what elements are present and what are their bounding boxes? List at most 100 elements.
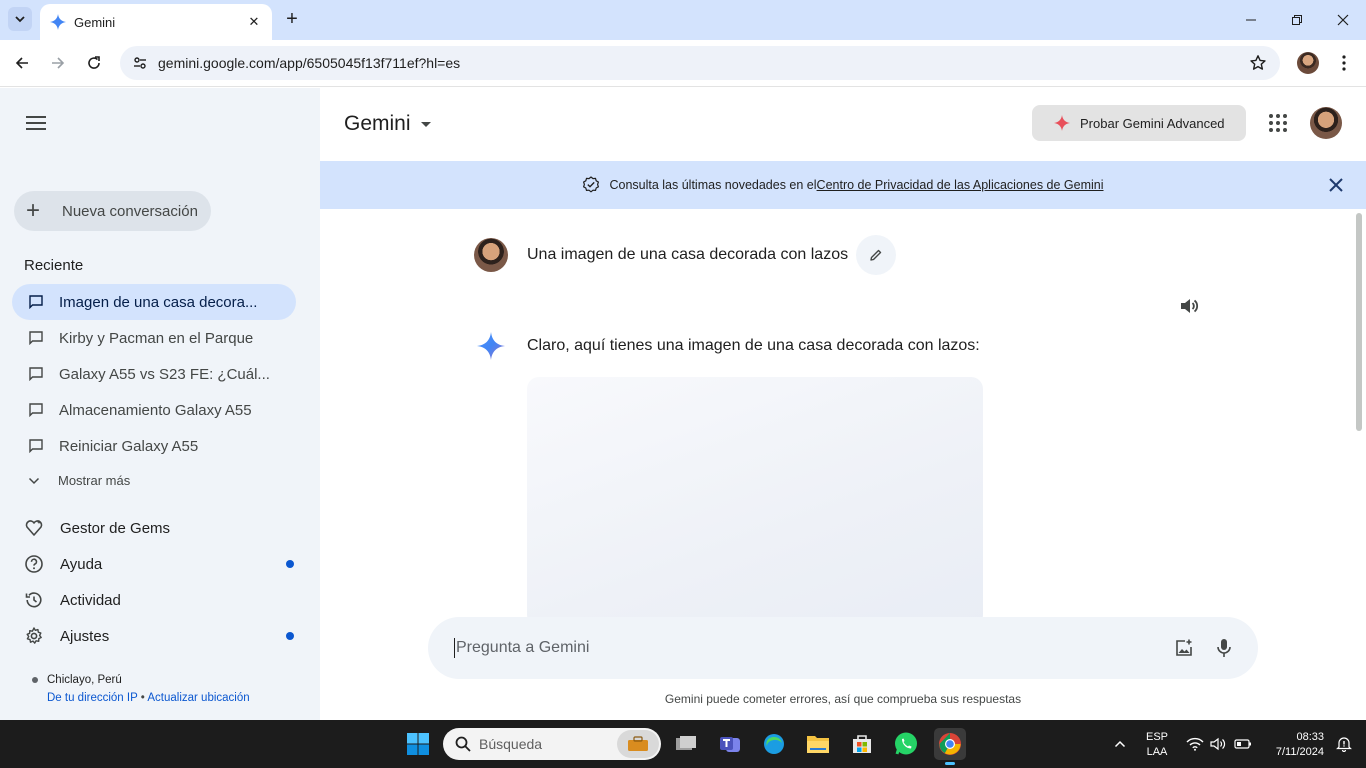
model-response: Claro, aquí tienes una imagen de una cas… (474, 329, 980, 363)
apps-grid-dot (1269, 128, 1273, 132)
update-location-link[interactable]: Actualizar ubicación (147, 692, 249, 704)
teams-app[interactable] (714, 728, 746, 760)
conversation-item[interactable]: Kirby y Pacman en el Parque (12, 320, 296, 356)
restore-button[interactable] (1285, 8, 1309, 32)
notifications-button[interactable] (1328, 728, 1360, 760)
gemini-favicon-icon (50, 14, 66, 30)
site-settings-icon[interactable] (130, 53, 150, 73)
location-separator: • (140, 692, 145, 704)
apps-grid-dot (1283, 121, 1287, 125)
conversation-item[interactable]: Galaxy A55 vs S23 FE: ¿Cuál... (12, 356, 296, 392)
chat-bubble-icon (28, 402, 44, 418)
recent-heading: Reciente (24, 257, 84, 274)
chat-bubble-icon (28, 366, 44, 382)
show-more-button[interactable]: Mostrar más (28, 473, 130, 488)
conversation-label: Galaxy A55 vs S23 FE: ¿Cuál... (59, 365, 270, 383)
keyboard-layout: LAA (1146, 746, 1168, 758)
whatsapp-app[interactable] (890, 728, 922, 760)
start-button[interactable] (402, 728, 434, 760)
account-avatar[interactable] (1310, 107, 1342, 139)
google-apps-button[interactable] (1266, 111, 1290, 135)
volume-icon (1181, 299, 1199, 313)
location-place: Chiclayo, Perú (47, 674, 122, 686)
edge-app[interactable] (758, 728, 790, 760)
scrollbar[interactable] (1356, 213, 1362, 431)
location-info: Chiclayo, Perú De tu dirección IP • Actu… (32, 674, 250, 704)
windows-taskbar: Búsqueda ESP LAA 08:33 7/11/2024 (0, 720, 1366, 768)
conversation-item[interactable]: Imagen de una casa decora... (12, 284, 296, 320)
show-more-label: Mostrar más (58, 473, 131, 488)
model-selector[interactable]: Gemini (344, 112, 431, 136)
listen-button[interactable] (1177, 294, 1201, 318)
browser-menu-button[interactable] (1332, 51, 1356, 75)
reload-button[interactable] (82, 51, 106, 75)
input-language-button[interactable]: ESP LAA (1140, 730, 1174, 760)
address-bar[interactable]: gemini.google.com/app/6505045f13f711ef?h… (120, 46, 1280, 80)
task-view-button[interactable] (670, 728, 702, 760)
clock-time: 08:33 (1296, 731, 1324, 743)
clock-button[interactable]: 08:33 7/11/2024 (1260, 730, 1330, 760)
main-menu-button[interactable] (24, 111, 48, 135)
windows-logo-icon (407, 733, 429, 755)
bookmark-star-icon[interactable] (1246, 51, 1270, 75)
new-tab-button[interactable]: + (282, 8, 302, 30)
briefcase-icon (617, 730, 659, 758)
nav-help[interactable]: Ayuda (24, 550, 296, 578)
notification-dot (286, 632, 294, 640)
tab-search-button[interactable] (8, 7, 32, 31)
notification-dot (286, 560, 294, 568)
battery-icon (1234, 739, 1251, 749)
conversation-label: Kirby y Pacman en el Parque (59, 329, 254, 347)
banner-close-button[interactable] (1326, 175, 1346, 195)
upload-image-button[interactable] (1172, 636, 1196, 660)
nav-activity[interactable]: Actividad (24, 586, 296, 614)
minimize-button[interactable] (1239, 8, 1263, 32)
nav-gem-manager[interactable]: Gestor de Gems (24, 514, 296, 542)
microsoft-store-app[interactable] (846, 728, 878, 760)
try-advanced-button[interactable]: Probar Gemini Advanced (1032, 105, 1246, 141)
privacy-center-link[interactable]: Centro de Privacidad de las Aplicaciones… (817, 178, 1104, 192)
sparkle-icon (1054, 115, 1070, 131)
microphone-button[interactable] (1212, 636, 1236, 660)
conversation-label: Almacenamiento Galaxy A55 (59, 401, 252, 419)
close-icon (1329, 178, 1343, 192)
apps-grid-dot (1276, 121, 1280, 125)
restore-icon (1292, 15, 1302, 25)
clock-date: 7/11/2024 (1275, 746, 1324, 758)
taskbar-search[interactable]: Búsqueda (443, 728, 661, 760)
tab-close-icon[interactable]: ✕ (246, 14, 262, 30)
close-icon (1337, 14, 1349, 26)
chat-bubble-icon (28, 330, 44, 346)
conversation-item[interactable]: Almacenamiento Galaxy A55 (12, 392, 296, 428)
back-button[interactable] (10, 51, 34, 75)
prompt-input[interactable] (456, 639, 1172, 657)
browser-tab[interactable]: Gemini ✕ (40, 4, 272, 40)
location-source-link[interactable]: De tu dirección IP (47, 692, 138, 704)
search-icon (455, 736, 471, 752)
reload-icon (88, 56, 100, 69)
dropdown-caret-icon (420, 121, 431, 127)
url-text: gemini.google.com/app/6505045f13f711ef?h… (158, 55, 461, 71)
new-chat-button[interactable]: + Nueva conversación (14, 191, 211, 231)
chrome-app[interactable] (934, 728, 966, 765)
user-avatar (474, 238, 508, 272)
generated-image-placeholder[interactable] (527, 377, 983, 627)
apps-grid-dot (1283, 128, 1287, 132)
show-hidden-icons-button[interactable] (1104, 728, 1136, 760)
plus-icon: + (26, 197, 41, 224)
quick-settings-button[interactable] (1184, 728, 1254, 760)
browser-profile-avatar[interactable] (1297, 52, 1319, 74)
browser-toolbar: gemini.google.com/app/6505045f13f711ef?h… (0, 40, 1366, 87)
taskbar-search-label: Búsqueda (479, 736, 543, 752)
conversation-item[interactable]: Reiniciar Galaxy A55 (12, 428, 296, 464)
close-window-button[interactable] (1331, 8, 1355, 32)
prompt-input-box[interactable] (428, 617, 1258, 679)
file-explorer-app[interactable] (802, 728, 834, 760)
forward-button[interactable] (46, 51, 70, 75)
nav-label: Actividad (60, 591, 121, 609)
location-dot-icon (32, 677, 38, 683)
edit-prompt-button[interactable] (856, 235, 897, 275)
sidebar: + Nueva conversación Reciente Imagen de … (0, 88, 320, 720)
nav-settings[interactable]: Ajustes (24, 622, 296, 650)
apps-grid-dot (1269, 114, 1273, 118)
